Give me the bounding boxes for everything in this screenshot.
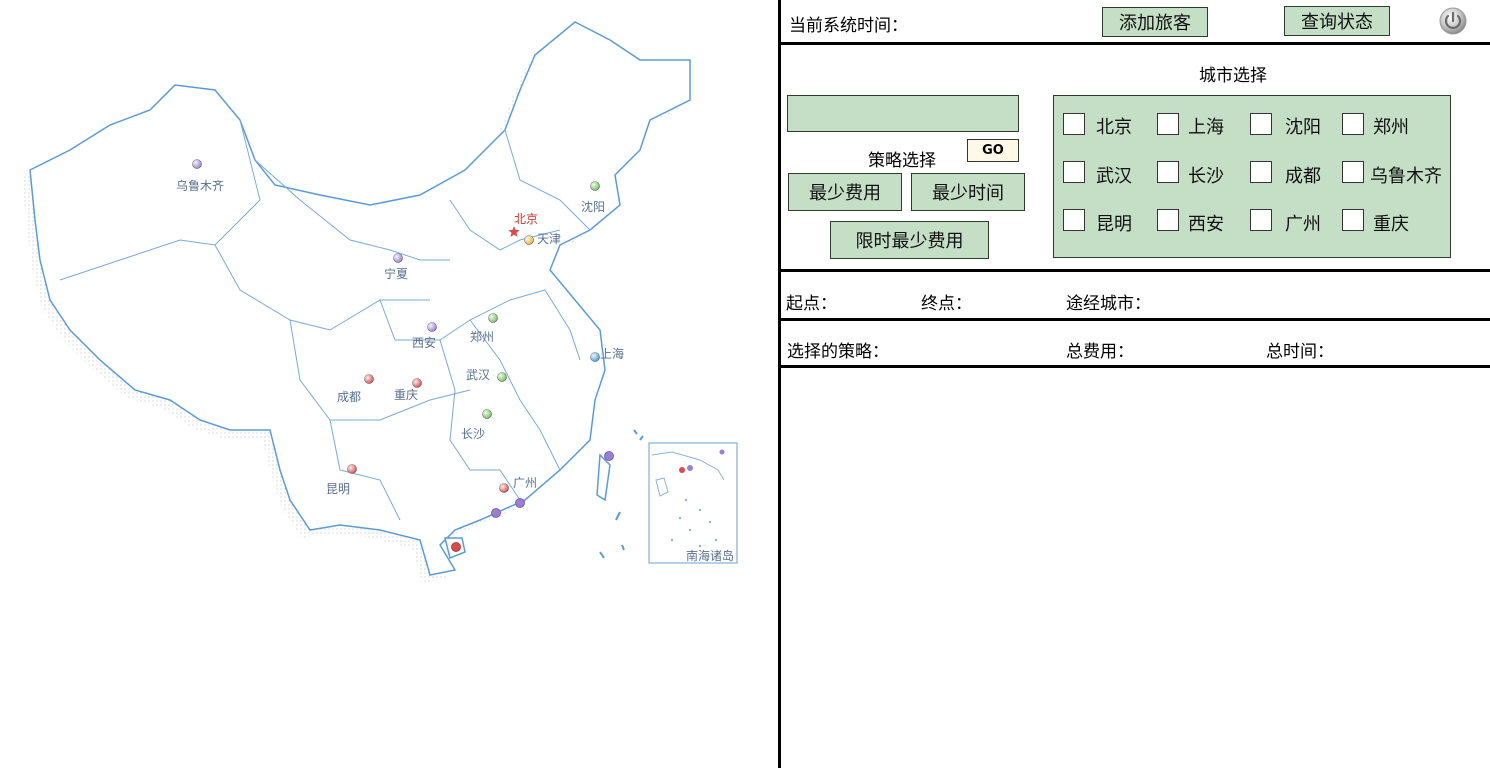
- city-label: 上海: [600, 346, 624, 361]
- checkbox-wuhan[interactable]: [1063, 161, 1085, 183]
- city-label: 郑州: [470, 329, 494, 344]
- city-marker-shine: [497, 372, 507, 382]
- taiwan-island: [596, 453, 611, 502]
- city-checkbox-group: 北京 上海 沈阳 郑州 武汉 长沙 成都 乌鲁木齐 昆明 西安 广州 重庆: [1053, 95, 1451, 258]
- city-label: 北京: [514, 212, 538, 226]
- power-icon[interactable]: [1438, 6, 1468, 36]
- section-divider-1: [781, 269, 1490, 272]
- checkbox-shanghai[interactable]: [1157, 113, 1179, 135]
- section-divider-2: [781, 318, 1490, 321]
- city-marker-shine: [192, 159, 202, 169]
- result-area: [781, 368, 1490, 768]
- city-label: 沈阳: [581, 199, 605, 214]
- china-map: 南海诸岛 乌鲁木齐北京天津 沈阳宁夏西安 郑州上海武汉成都 重庆长沙昆明 广州: [22, 21, 738, 583]
- checkbox-chongqing[interactable]: [1342, 209, 1364, 231]
- city-marker-shine: [524, 235, 534, 245]
- checkbox-label: 沈阳: [1285, 117, 1321, 138]
- total-time-label: 总时间：: [1266, 342, 1334, 362]
- checkbox-label: 昆明: [1096, 214, 1132, 235]
- city-marker-shine: [482, 409, 492, 419]
- checkbox-changsha[interactable]: [1157, 161, 1179, 183]
- city-marker-shine: [364, 374, 374, 384]
- min-time-button[interactable]: 最少时间: [911, 173, 1025, 211]
- query-status-button[interactable]: 查询状态: [1284, 6, 1390, 36]
- city-marker-shine: [499, 483, 509, 493]
- checkbox-xian[interactable]: [1157, 209, 1179, 231]
- checkbox-label: 西安: [1188, 214, 1224, 235]
- checkbox-chengdu[interactable]: [1250, 161, 1272, 183]
- city-label: 武汉: [466, 368, 490, 382]
- search-input[interactable]: [787, 95, 1019, 132]
- checkbox-label: 上海: [1188, 117, 1224, 138]
- south-china-sea-inset: 南海诸岛: [648, 442, 738, 564]
- city-selection-title: 城市选择: [1199, 66, 1267, 86]
- destination-label: 终点：: [921, 294, 972, 314]
- city-marker-shine: [412, 378, 422, 388]
- city-marker-shine: [488, 313, 498, 323]
- city-label: 长沙: [461, 427, 485, 441]
- header-divider: [781, 42, 1490, 45]
- checkbox-label: 重庆: [1373, 214, 1409, 235]
- go-button[interactable]: GO: [967, 139, 1019, 162]
- checkbox-label: 郑州: [1373, 117, 1409, 138]
- checkbox-beijing[interactable]: [1063, 113, 1085, 135]
- checkbox-label: 北京: [1096, 117, 1132, 138]
- system-time-label: 当前系统时间：: [789, 16, 908, 36]
- city-marker-shine: [347, 464, 357, 474]
- city-label: 西安: [412, 335, 436, 350]
- chosen-strategy-label: 选择的策略：: [787, 342, 889, 362]
- origin-label: 起点：: [786, 294, 837, 314]
- city-label: 昆明: [326, 482, 350, 496]
- min-cost-button[interactable]: 最少费用: [788, 173, 902, 211]
- city-label: 成都: [337, 390, 361, 404]
- city-label: 乌鲁木齐: [176, 178, 224, 193]
- total-cost-label: 总费用：: [1066, 342, 1134, 362]
- checkbox-guangzhou[interactable]: [1250, 209, 1272, 231]
- add-passenger-button[interactable]: 添加旅客: [1102, 7, 1208, 37]
- strategy-label: 策略选择: [868, 151, 936, 171]
- checkbox-kunming[interactable]: [1063, 209, 1085, 231]
- city-label: 广州: [513, 476, 537, 490]
- checkbox-label: 长沙: [1188, 166, 1224, 187]
- city-marker-shine: [590, 352, 600, 362]
- control-panel: 当前系统时间： 添加旅客 查询状态 城市选择 GO 策略选择 最少费用 最少时间…: [781, 0, 1490, 768]
- time-limited-min-cost-button[interactable]: 限时最少费用: [830, 221, 989, 259]
- checkbox-label: 成都: [1285, 166, 1321, 187]
- china-landmass: [29, 21, 691, 576]
- china-map-panel: 南海诸岛 乌鲁木齐北京天津 沈阳宁夏西安 郑州上海武汉成都 重庆长沙昆明 广州: [0, 0, 778, 768]
- checkbox-label: 武汉: [1096, 166, 1132, 187]
- checkbox-label: 广州: [1285, 214, 1321, 235]
- city-label: 宁夏: [384, 266, 408, 281]
- inset-label: 南海诸岛: [686, 548, 734, 563]
- city-label: 重庆: [394, 388, 418, 402]
- city-marker-shine: [393, 253, 403, 263]
- checkbox-urumqi[interactable]: [1342, 161, 1364, 183]
- city-marker-shine: [590, 181, 600, 191]
- city-marker-shine: [427, 322, 437, 332]
- checkbox-zhengzhou[interactable]: [1342, 113, 1364, 135]
- city-label: 天津: [537, 232, 561, 246]
- checkbox-shenyang[interactable]: [1250, 113, 1272, 135]
- checkbox-label: 乌鲁木齐: [1370, 166, 1442, 187]
- via-cities-label: 途经城市：: [1066, 294, 1151, 314]
